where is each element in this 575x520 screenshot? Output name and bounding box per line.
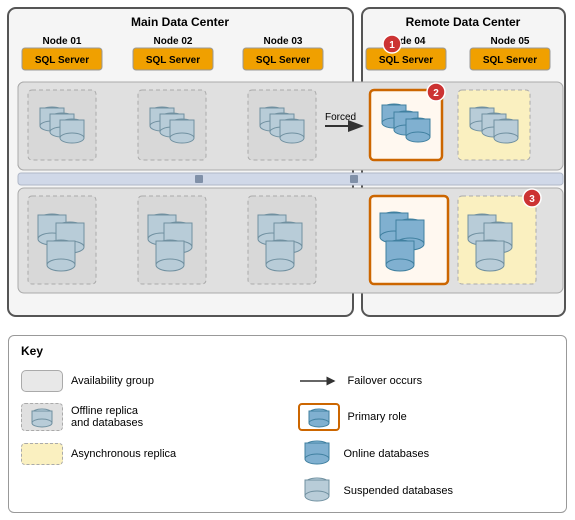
legend-item-async: Asynchronous replica <box>21 438 278 469</box>
remote-dc-title: Remote Data Center <box>406 15 521 29</box>
legend-title: Key <box>21 344 554 358</box>
sql-badge-05: SQL Server <box>483 55 537 66</box>
legend-label-online-db: Online databases <box>344 448 430 460</box>
legend: Key Availability group <box>8 335 567 513</box>
sql-badge-01: SQL Server <box>35 55 89 66</box>
node03-label: Node 03 <box>264 36 303 47</box>
legend-item-primary: Primary role <box>298 402 555 432</box>
legend-item-online-db: Online databases <box>298 438 555 469</box>
legend-label-offline: Offline replica and databases <box>71 405 143 429</box>
legend-item-failover: Failover occurs <box>298 366 555 396</box>
legend-item-ag: Availability group <box>21 366 278 396</box>
legend-label-async: Asynchronous replica <box>71 448 176 460</box>
legend-icon-online-db <box>298 438 336 469</box>
legend-grid: Availability group Failover occurs <box>21 366 554 506</box>
node02-label: Node 02 <box>154 36 193 47</box>
legend-item-suspended-db <box>21 479 278 506</box>
badge-3: 3 <box>529 194 535 205</box>
legend-label-primary: Primary role <box>348 411 407 423</box>
badge-2: 2 <box>433 88 439 99</box>
badge-1: 1 <box>389 40 395 51</box>
forced-label: Forced <box>325 112 356 123</box>
legend-icon-async <box>21 443 63 465</box>
legend-icon-suspended-db <box>298 475 336 506</box>
legend-label-suspended-db: Suspended databases <box>344 485 453 497</box>
legend-icon-primary <box>298 403 340 431</box>
node05-label: Node 05 <box>491 36 530 47</box>
node01-label: Node 01 <box>43 36 82 47</box>
legend-item-offline: Offline replica and databases <box>21 402 278 432</box>
legend-icon-failover <box>298 374 340 388</box>
sql-badge-02: SQL Server <box>146 55 200 66</box>
legend-icon-ag <box>21 370 63 392</box>
legend-label-failover: Failover occurs <box>348 375 423 387</box>
sql-badge-03: SQL Server <box>256 55 310 66</box>
legend-item-suspended-db2: Suspended databases <box>298 475 555 506</box>
legend-label-ag: Availability group <box>71 375 154 387</box>
node04-label: Node 04 <box>387 36 426 47</box>
legend-icon-offline <box>21 403 63 431</box>
main-dc-title: Main Data Center <box>131 15 229 29</box>
sql-badge-04: SQL Server <box>379 55 433 66</box>
